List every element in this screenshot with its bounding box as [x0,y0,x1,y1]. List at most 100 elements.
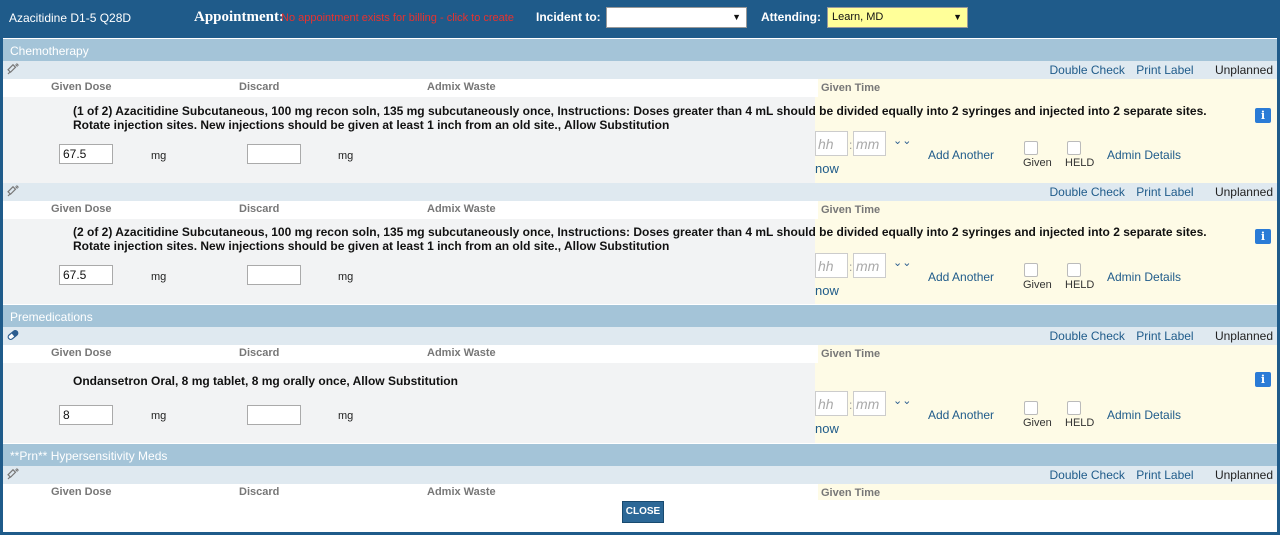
order-row: (1 of 2) Azacitidine Subcutaneous, 100 m… [3,97,1277,183]
order-actions: Double Check Print Label Unplanned [1042,185,1274,199]
column-header-row: Given Dose Discard Admix Waste Given Tim… [3,79,1277,97]
given-dose-header: Given Dose [51,203,112,215]
print-label-link[interactable]: Print Label [1136,63,1193,77]
info-icon[interactable]: i [1255,372,1271,387]
now-link[interactable]: now [815,421,839,436]
given-label: Given [1023,157,1052,169]
unplanned-label: Unplanned [1214,468,1273,482]
minute-input[interactable]: mm [853,391,886,416]
syringe-icon[interactable] [6,184,20,198]
held-checkbox[interactable] [1067,401,1081,415]
now-link[interactable]: now [815,283,839,298]
double-chevron-down-icon[interactable]: ⌄⌄ [893,396,911,407]
info-icon[interactable]: i [1255,108,1271,123]
admix-waste-header: Admix Waste [427,81,496,93]
attending-label: Attending: [761,10,821,24]
dropdown-arrow-icon: ▼ [732,12,741,22]
given-dose-input[interactable] [59,144,113,164]
order-actions: Double Check Print Label Unplanned [1042,329,1274,343]
column-header-row: Given Dose Discard Admix Waste Given Tim… [3,345,1277,363]
section-chemotherapy: Chemotherapy [3,39,1277,61]
given-label: Given [1023,417,1052,429]
print-label-link[interactable]: Print Label [1136,468,1193,482]
print-label-link[interactable]: Print Label [1136,185,1193,199]
given-label: Given [1023,279,1052,291]
given-time-header: Given Time [821,82,881,94]
now-link[interactable]: now [815,161,839,176]
section-premedications: Premedications [3,305,1277,327]
held-label: HELD [1065,157,1095,169]
given-checkbox[interactable] [1024,263,1038,277]
header-bar: Azacitidine D1-5 Q28D Appointment: No ap… [0,0,1280,38]
order-toolbar: Double Check Print Label Unplanned [3,327,1277,345]
given-dose-input[interactable] [59,265,113,285]
given-checkbox[interactable] [1024,401,1038,415]
pill-icon[interactable] [6,328,20,342]
dropdown-arrow-icon: ▼ [953,12,962,22]
discard-input[interactable] [247,144,301,164]
dose-unit: mg [151,150,167,162]
discard-unit: mg [338,150,354,162]
held-checkbox[interactable] [1067,263,1081,277]
unplanned-label: Unplanned [1214,63,1273,77]
discard-input[interactable] [247,265,301,285]
double-check-link[interactable]: Double Check [1050,63,1125,77]
given-time-header-cell: Given Time [818,345,1277,363]
unplanned-label: Unplanned [1214,185,1273,199]
given-time-header-cell: Given Time [818,79,1277,97]
minute-input[interactable]: mm [853,131,886,156]
add-another-link[interactable]: Add Another [928,408,994,422]
order-actions: Double Check Print Label Unplanned [1042,63,1274,77]
syringe-icon[interactable] [6,62,20,76]
syringe-icon[interactable] [6,467,20,481]
double-chevron-down-icon[interactable]: ⌄⌄ [893,258,911,269]
given-dose-header: Given Dose [51,347,112,359]
order-row: (2 of 2) Azacitidine Subcutaneous, 100 m… [3,219,1277,304]
print-label-link[interactable]: Print Label [1136,329,1193,343]
order-toolbar: Double Check Print Label Unplanned [3,61,1277,79]
time-separator: : [849,138,853,152]
given-checkbox[interactable] [1024,141,1038,155]
close-button[interactable]: CLOSE [622,501,664,523]
column-header-row: Given Dose Discard Admix Waste Given Tim… [3,201,1277,219]
admin-details-link[interactable]: Admin Details [1107,408,1181,422]
given-dose-header: Given Dose [51,81,112,93]
time-separator: : [849,260,853,274]
double-check-link[interactable]: Double Check [1050,185,1125,199]
hour-input[interactable]: hh [815,131,848,156]
incident-to-select[interactable]: ▼ [606,7,747,28]
add-another-link[interactable]: Add Another [928,148,994,162]
double-check-link[interactable]: Double Check [1050,329,1125,343]
order-instructions: (2 of 2) Azacitidine Subcutaneous, 100 m… [73,225,1207,253]
discard-input[interactable] [247,405,301,425]
given-time-header: Given Time [821,348,881,360]
held-checkbox[interactable] [1067,141,1081,155]
order-instructions: Ondansetron Oral, 8 mg tablet, 8 mg oral… [73,374,458,388]
minute-input[interactable]: mm [853,253,886,278]
dose-unit: mg [151,410,167,422]
add-another-link[interactable]: Add Another [928,270,994,284]
double-check-link[interactable]: Double Check [1050,468,1125,482]
discard-header: Discard [239,81,280,93]
incident-to-label: Incident to: [536,10,601,24]
discard-unit: mg [338,410,354,422]
given-dose-header: Given Dose [51,486,112,498]
given-time-header-cell: Given Time [818,201,1277,219]
admin-details-link[interactable]: Admin Details [1107,270,1181,284]
info-icon[interactable]: i [1255,229,1271,244]
double-chevron-down-icon[interactable]: ⌄⌄ [893,136,911,147]
discard-unit: mg [338,271,354,283]
hour-input[interactable]: hh [815,391,848,416]
hour-input[interactable]: hh [815,253,848,278]
plan-title: Azacitidine D1-5 Q28D [9,11,132,25]
attending-value: Learn, MD [832,11,884,23]
unplanned-label: Unplanned [1214,329,1273,343]
given-dose-input[interactable] [59,405,113,425]
given-time-header: Given Time [821,487,881,499]
order-instructions: (1 of 2) Azacitidine Subcutaneous, 100 m… [73,104,1207,132]
admin-details-link[interactable]: Admin Details [1107,148,1181,162]
dose-unit: mg [151,271,167,283]
attending-select[interactable]: Learn, MD ▼ [827,7,968,28]
appointment-create-link[interactable]: No appointment exists for billing - clic… [281,12,514,24]
discard-header: Discard [239,347,280,359]
